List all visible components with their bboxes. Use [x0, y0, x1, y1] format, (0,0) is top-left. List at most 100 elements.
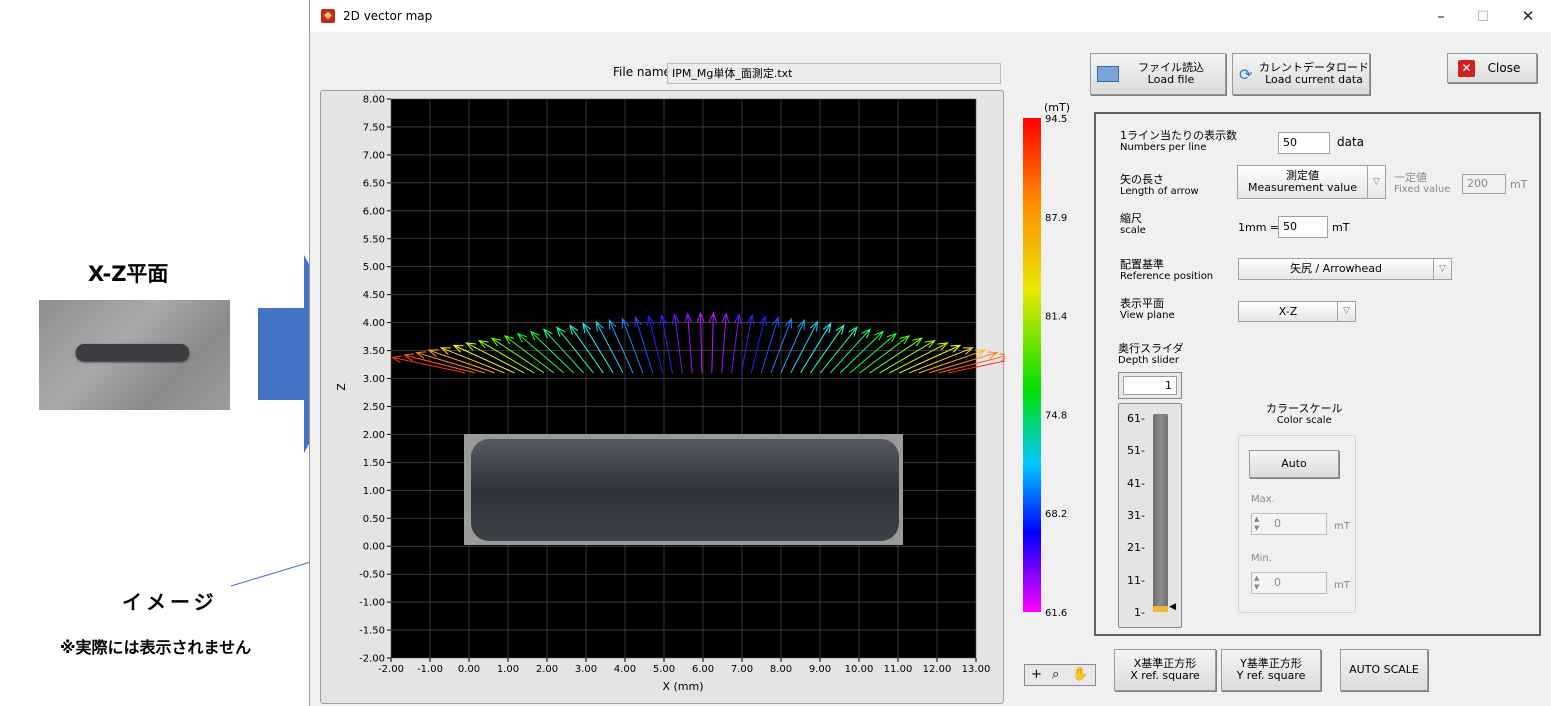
chevron-down-icon: ▽	[1433, 259, 1451, 279]
colorbar-label: 61.6	[1045, 608, 1067, 616]
annotation-title: X-Z平面	[88, 262, 169, 286]
close-window-icon[interactable]: ✕	[1513, 6, 1543, 26]
x-tick-label: 3.00	[575, 664, 597, 675]
arrow-length-selected-jp: 測定値	[1286, 169, 1319, 182]
y-tick-label: 0.00	[363, 542, 385, 553]
x-tick-label: 7.00	[731, 664, 753, 675]
app-window: ◆ 2D vector map – □ ✕ File name IPM_Mg単体…	[309, 0, 1551, 706]
color-scale-max-input[interactable]: ▲ ▼ 0	[1251, 513, 1327, 535]
spinner-icon[interactable]: ▲ ▼	[1254, 574, 1259, 592]
x-tick-label: 8.00	[770, 664, 792, 675]
x-tick-label: -1.00	[417, 664, 443, 675]
depth-value-input[interactable]: 1	[1123, 376, 1177, 395]
depth-slider-handle[interactable]: ◀	[1169, 602, 1176, 612]
color-bar: (mT) 94.5 87.9 81.4 74.8 68.2 61.6	[1023, 101, 1070, 616]
y-ref-square-en: Y ref. square	[1236, 669, 1306, 682]
y-tick-label: 7.00	[363, 150, 385, 161]
maximize-icon[interactable]: □	[1468, 6, 1498, 26]
color-scale-max-label: Max.	[1251, 494, 1275, 505]
view-plane-en: View plane	[1120, 310, 1175, 321]
color-scale-auto-button[interactable]: Auto	[1249, 450, 1339, 478]
y-tick-label: 1.00	[363, 486, 385, 497]
depth-slider[interactable]: 61- 51- 41- 31- 21- 11- 1- ◀	[1118, 403, 1182, 628]
y-tick-label: 1.50	[363, 458, 385, 469]
reference-selected: 矢尻 / Arrowhead	[1289, 262, 1383, 275]
fixed-value-label: 一定値 Fixed value	[1394, 171, 1450, 196]
scale-input[interactable]: 50	[1278, 216, 1328, 238]
annotation-note: ※実際には表示されません	[60, 638, 252, 657]
color-scale-min-input[interactable]: ▲ ▼ 0	[1251, 572, 1327, 594]
colorbar-label: 74.8	[1045, 410, 1067, 421]
file-name-field[interactable]: IPM_Mg単体_面測定.txt	[667, 63, 1001, 84]
y-tick-label: 2.00	[363, 430, 385, 441]
y-tick-label: 5.00	[363, 262, 385, 273]
graph-frame: -2.00 -1.00 0.00 1.00 2.00 3.00 4.00 5.00 6.00 7.…	[320, 90, 1005, 705]
refresh-icon: ⟳	[1239, 65, 1253, 84]
colorbar-label: 68.2	[1045, 509, 1067, 520]
x-ref-square-button[interactable]: X基準正方形 X ref. square	[1114, 649, 1216, 691]
y-tick-label: 4.50	[363, 290, 385, 301]
window-title: 2D vector map	[343, 9, 433, 23]
x-tick-label: 2.00	[536, 664, 558, 675]
fixed-value-input[interactable]: 200	[1462, 174, 1506, 194]
x-tick-label: 10.00	[845, 664, 874, 675]
x-tick-label: 4.00	[614, 664, 636, 675]
y-tick-label: 0.50	[363, 514, 385, 525]
colorbar-label: 81.4	[1045, 312, 1067, 323]
slider-tick-label: 51-	[1127, 444, 1145, 458]
color-scale-box: Auto Max. ▲ ▼ 0 mT Min. ▲ ▼ 0 mT	[1238, 435, 1356, 613]
x-tick-label: 5.00	[653, 664, 675, 675]
crosshair-icon[interactable]: +	[1031, 665, 1042, 685]
scale-en: scale	[1120, 225, 1146, 236]
x-ref-square-jp: X基準正方形	[1133, 657, 1197, 670]
close-icon: ✕	[1458, 60, 1475, 77]
close-button[interactable]: ✕ Close	[1447, 53, 1537, 83]
zoom-icon[interactable]: ⌕	[1052, 665, 1059, 685]
depth-slider-fill	[1153, 606, 1168, 612]
title-bar: ◆ 2D vector map – □ ✕	[310, 0, 1551, 32]
auto-scale-button[interactable]: AUTO SCALE	[1340, 649, 1428, 691]
depth-slider-label: 奥行スライダ Depth slider	[1118, 342, 1184, 367]
load-current-en: Load current data	[1265, 73, 1363, 86]
view-plane-selected: X-Z	[1278, 305, 1298, 318]
colorbar-label: 87.9	[1045, 213, 1067, 224]
load-current-data-button[interactable]: ⟳ カレントデータロード Load current data	[1232, 53, 1370, 95]
arrow-length-jp: 矢の長さ	[1120, 173, 1164, 186]
vector-map-graph[interactable]: -2.00 -1.00 0.00 1.00 2.00 3.00 4.00 5.00 6.00 7.…	[321, 91, 1005, 705]
slider-tick-label: 21-	[1127, 541, 1145, 555]
fixed-value-jp: 一定値	[1394, 171, 1427, 184]
minimize-icon[interactable]: –	[1426, 6, 1456, 26]
numbers-per-line-jp: 1ライン当たりの表示数	[1120, 129, 1237, 142]
arrow-length-select[interactable]: 測定値 Measurement value ▽	[1237, 165, 1386, 199]
color-scale-min-label: Min.	[1251, 553, 1272, 564]
reference-position-label: 配置基準 Reference position	[1120, 258, 1213, 283]
reference-position-select[interactable]: 矢尻 / Arrowhead ▽	[1238, 258, 1452, 280]
y-tick-label: 3.50	[363, 346, 385, 357]
chevron-down-icon: ▽	[1367, 166, 1385, 198]
arrow-length-selected-en: Measurement value	[1247, 181, 1358, 194]
x-tick-label: 9.00	[809, 664, 831, 675]
load-file-button[interactable]: ファイル読込 Load file	[1090, 53, 1226, 95]
color-scale-max-unit: mT	[1334, 521, 1350, 532]
depth-slider-jp: 奥行スライダ	[1118, 342, 1184, 355]
spinner-icon[interactable]: ▲ ▼	[1254, 515, 1259, 533]
numbers-per-line-input[interactable]: 50	[1278, 132, 1330, 154]
view-plane-select[interactable]: X-Z ▽	[1238, 301, 1356, 322]
y-axis-label: Z	[335, 383, 348, 391]
y-ref-square-button[interactable]: Y基準正方形 Y ref. square	[1221, 649, 1321, 691]
chevron-down-icon: ▽	[1337, 302, 1355, 321]
graph-tools-palette: + ⌕ ✋	[1024, 664, 1096, 686]
reference-jp: 配置基準	[1120, 258, 1164, 271]
y-tick-label: -1.50	[359, 626, 385, 637]
x-tick-label: 11.00	[884, 664, 913, 675]
hand-pan-icon[interactable]: ✋	[1072, 665, 1088, 685]
color-scale-jp: カラースケール	[1266, 402, 1343, 415]
y-tick-label: 2.50	[363, 402, 385, 413]
file-name-label: File name	[613, 65, 671, 79]
numbers-per-line-label: 1ライン当たりの表示数 Numbers per line	[1120, 129, 1237, 154]
depth-slider-en: Depth slider	[1118, 355, 1180, 366]
color-scale-max-value: 0	[1274, 517, 1281, 530]
magnet-image	[464, 434, 903, 545]
y-tick-label: 6.50	[363, 178, 385, 189]
depth-slider-track	[1153, 414, 1168, 610]
